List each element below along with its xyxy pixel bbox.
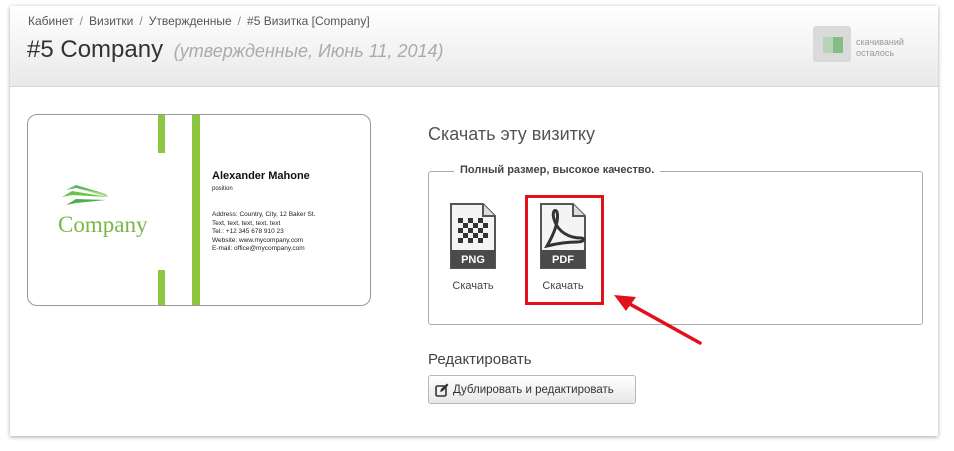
card-contact-line: Text, text, text, text, text — [212, 219, 281, 227]
card-contact-block: Address: Country, City, 12 Baker St. Tex… — [212, 211, 315, 254]
card-person-name: Alexander Mahone — [212, 170, 310, 182]
card-stripe — [158, 270, 165, 305]
breadcrumb-item-current: #5 Визитка [Company] — [247, 14, 370, 28]
png-format-label: PNG — [461, 254, 485, 266]
main-panel: Кабинет / Визитки / Утвержденные / #5 Визитка … — [10, 6, 938, 436]
pdf-download-label[interactable]: Скачать — [533, 280, 593, 292]
page-header: Кабинет / Визитки / Утвержденные / #5 Визитка … — [10, 6, 938, 87]
pdf-file-icon: PDF — [540, 203, 586, 269]
pdf-format-label: PDF — [552, 254, 574, 266]
card-company-name: Company — [58, 212, 148, 237]
business-card-preview: Company Alexander Mahone position Addres… — [27, 114, 371, 306]
duplicate-and-edit-label: Дублировать и редактировать — [453, 383, 614, 396]
downloads-badge-icon — [813, 26, 851, 62]
breadcrumb: Кабинет / Визитки / Утвержденные / #5 Визитка … — [28, 14, 370, 28]
page-subtitle: (утвержденные, Июнь 11, 2014) — [173, 41, 444, 61]
breadcrumb-separator: / — [139, 14, 143, 28]
breadcrumb-item-cabinet[interactable]: Кабинет — [28, 14, 74, 28]
download-png-button[interactable]: PNG Скачать — [443, 202, 503, 292]
breadcrumb-separator: / — [237, 14, 242, 28]
download-options-legend: Полный размер, высокое качество. — [454, 164, 661, 176]
breadcrumb-item-approved[interactable]: Утвержденные — [149, 14, 232, 28]
downloads-left-line2: осталось — [856, 48, 895, 58]
downloads-left-text: скачиваний осталось — [856, 37, 926, 59]
breadcrumb-separator: / — [79, 14, 83, 28]
downloads-left-line1: скачиваний — [856, 37, 904, 47]
download-pdf-button[interactable]: PDF Скачать — [533, 202, 593, 292]
card-person-position: position — [212, 186, 233, 192]
card-contact-line: Tel.: +12 345 678 910 23 — [212, 228, 284, 235]
download-heading: Скачать эту визитку — [428, 124, 595, 144]
downloads-left-widget: скачиваний осталось — [813, 26, 923, 64]
annotation-arrow-icon — [614, 295, 702, 345]
card-contact-line: Website: www.mycompany.com — [212, 236, 304, 244]
page-title: #5 Company (утвержденные, Июнь 11, 2014) — [27, 36, 443, 64]
card-stripe — [192, 115, 200, 305]
breadcrumb-item-cards[interactable]: Визитки — [89, 14, 133, 28]
page-title-text: #5 Company — [27, 36, 164, 63]
png-download-label[interactable]: Скачать — [443, 280, 503, 292]
card-contact-line: Address: Country, City, 12 Baker St. — [212, 211, 316, 218]
edit-icon — [435, 383, 449, 397]
edit-heading: Редактировать — [428, 351, 532, 368]
card-contact-line: E-mail: office@mycompany.com — [212, 245, 305, 252]
duplicate-and-edit-button[interactable]: Дублировать и редактировать — [428, 375, 636, 404]
card-stripe — [158, 115, 165, 153]
png-file-icon: PNG — [450, 203, 496, 269]
company-logo-icon — [62, 185, 108, 205]
